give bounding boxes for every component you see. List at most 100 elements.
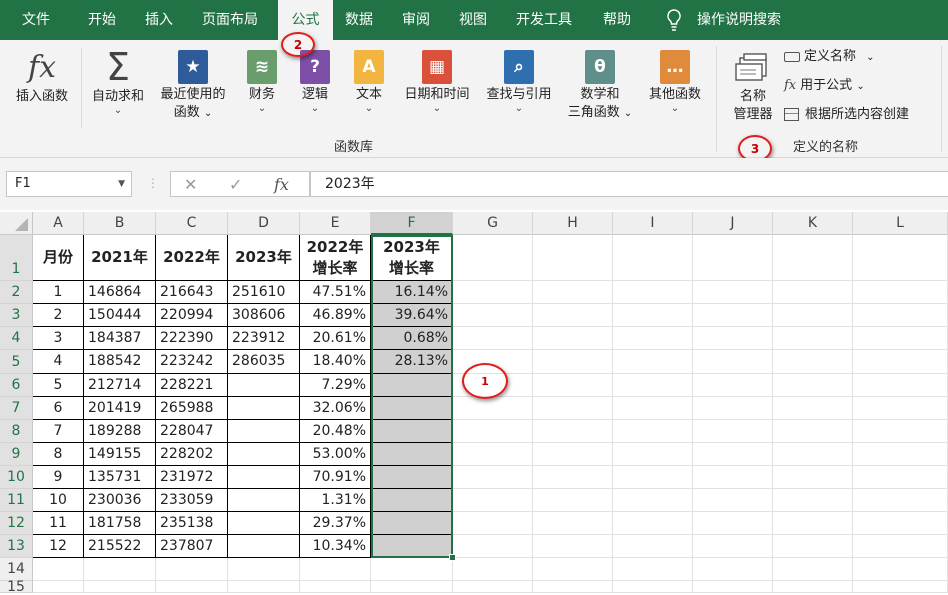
table-cell[interactable]: 11	[33, 512, 84, 535]
empty-cell[interactable]	[453, 281, 533, 304]
logical-button[interactable]: ? 逻辑 ⌄	[293, 50, 337, 114]
table-cell[interactable]	[371, 397, 453, 420]
cancel-icon[interactable]: ✕	[184, 175, 197, 194]
empty-cell[interactable]	[84, 581, 156, 593]
formula-input[interactable]: 2023年	[310, 171, 948, 197]
header-cell[interactable]: 2022年	[156, 235, 228, 281]
empty-cell[interactable]	[533, 420, 613, 443]
empty-cell[interactable]	[533, 535, 613, 558]
table-cell[interactable]: 188542	[84, 350, 156, 374]
spreadsheet-grid[interactable]: ABCDEFGHIJKL 1 2 3 4 5 6 7 8 9 10 11 12 13 14 15 月份 202…	[0, 212, 948, 594]
table-cell[interactable]: 18.40%	[300, 350, 371, 374]
empty-cell[interactable]	[453, 466, 533, 489]
empty-cell[interactable]	[156, 558, 228, 581]
table-cell[interactable]: 9	[33, 466, 84, 489]
empty-cell[interactable]	[300, 581, 371, 593]
table-cell[interactable]	[228, 535, 300, 558]
drag-handle-icon[interactable]: ⋮	[147, 176, 159, 190]
table-cell[interactable]: 201419	[84, 397, 156, 420]
row-header-10[interactable]: 10	[0, 466, 33, 489]
empty-cell[interactable]	[693, 512, 773, 535]
empty-cell[interactable]	[613, 466, 693, 489]
tab-home[interactable]: 开始	[88, 0, 116, 40]
row-header-8[interactable]: 8	[0, 420, 33, 443]
empty-cell[interactable]	[773, 512, 853, 535]
empty-cell[interactable]	[693, 443, 773, 466]
table-cell[interactable]	[371, 374, 453, 397]
table-cell[interactable]	[371, 443, 453, 466]
empty-cell[interactable]	[693, 281, 773, 304]
empty-cell[interactable]	[533, 512, 613, 535]
empty-cell[interactable]	[533, 443, 613, 466]
empty-cell[interactable]	[533, 235, 613, 281]
table-cell[interactable]: 228047	[156, 420, 228, 443]
header-cell[interactable]: 月份	[33, 235, 84, 281]
empty-cell[interactable]	[693, 558, 773, 581]
empty-cell[interactable]	[533, 581, 613, 593]
empty-cell[interactable]	[453, 420, 533, 443]
table-cell[interactable]	[371, 489, 453, 512]
table-cell[interactable]: 308606	[228, 304, 300, 327]
empty-cell[interactable]	[228, 581, 300, 593]
empty-cell[interactable]	[613, 350, 693, 374]
empty-cell[interactable]	[693, 420, 773, 443]
tab-page-layout[interactable]: 页面布局	[202, 0, 258, 40]
empty-cell[interactable]	[533, 374, 613, 397]
empty-cell[interactable]	[613, 443, 693, 466]
empty-cell[interactable]	[33, 558, 84, 581]
empty-cell[interactable]	[533, 489, 613, 512]
empty-cell[interactable]	[453, 443, 533, 466]
empty-cell[interactable]	[156, 581, 228, 593]
empty-cell[interactable]	[773, 397, 853, 420]
define-name-button[interactable]: 定义名称 ⌄	[784, 48, 875, 67]
empty-cell[interactable]	[300, 558, 371, 581]
row-header-6[interactable]: 6	[0, 374, 33, 397]
empty-cell[interactable]	[773, 327, 853, 350]
column-header-h[interactable]: H	[533, 212, 613, 235]
empty-cell[interactable]	[693, 374, 773, 397]
use-in-formula-button[interactable]: fx 用于公式 ⌄	[784, 77, 865, 96]
table-cell[interactable]: 231972	[156, 466, 228, 489]
empty-cell[interactable]	[613, 512, 693, 535]
empty-cell[interactable]	[533, 466, 613, 489]
empty-cell[interactable]	[533, 558, 613, 581]
column-header-j[interactable]: J	[693, 212, 773, 235]
row-header-7[interactable]: 7	[0, 397, 33, 420]
empty-cell[interactable]	[693, 327, 773, 350]
insert-function-icon[interactable]: fx	[274, 175, 289, 194]
row-header-13[interactable]: 13	[0, 535, 33, 558]
table-cell[interactable]	[228, 512, 300, 535]
empty-cell[interactable]	[613, 535, 693, 558]
empty-cell[interactable]	[453, 558, 533, 581]
table-cell[interactable]	[228, 489, 300, 512]
table-cell[interactable]: 184387	[84, 327, 156, 350]
empty-cell[interactable]	[773, 304, 853, 327]
empty-cell[interactable]	[853, 558, 948, 581]
table-cell[interactable]: 10.34%	[300, 535, 371, 558]
empty-cell[interactable]	[453, 235, 533, 281]
empty-cell[interactable]	[533, 350, 613, 374]
row-header-5[interactable]: 5	[0, 350, 33, 374]
empty-cell[interactable]	[853, 235, 948, 281]
table-cell[interactable]: 5	[33, 374, 84, 397]
table-cell[interactable]: 265988	[156, 397, 228, 420]
table-cell[interactable]: 223242	[156, 350, 228, 374]
header-cell[interactable]: 2023年 增长率	[371, 235, 453, 281]
empty-cell[interactable]	[853, 512, 948, 535]
empty-cell[interactable]	[371, 558, 453, 581]
row-header-2[interactable]: 2	[0, 281, 33, 304]
empty-cell[interactable]	[693, 350, 773, 374]
row-header-15[interactable]: 15	[0, 580, 33, 594]
empty-cell[interactable]	[693, 235, 773, 281]
table-cell[interactable]	[228, 420, 300, 443]
empty-cell[interactable]	[773, 489, 853, 512]
empty-cell[interactable]	[773, 558, 853, 581]
column-header-d[interactable]: D	[228, 212, 300, 235]
table-cell[interactable]	[228, 397, 300, 420]
table-cell[interactable]: 228221	[156, 374, 228, 397]
empty-cell[interactable]	[773, 535, 853, 558]
table-cell[interactable]	[371, 466, 453, 489]
table-cell[interactable]: 189288	[84, 420, 156, 443]
row-header-14[interactable]: 14	[0, 558, 33, 581]
empty-cell[interactable]	[613, 581, 693, 593]
